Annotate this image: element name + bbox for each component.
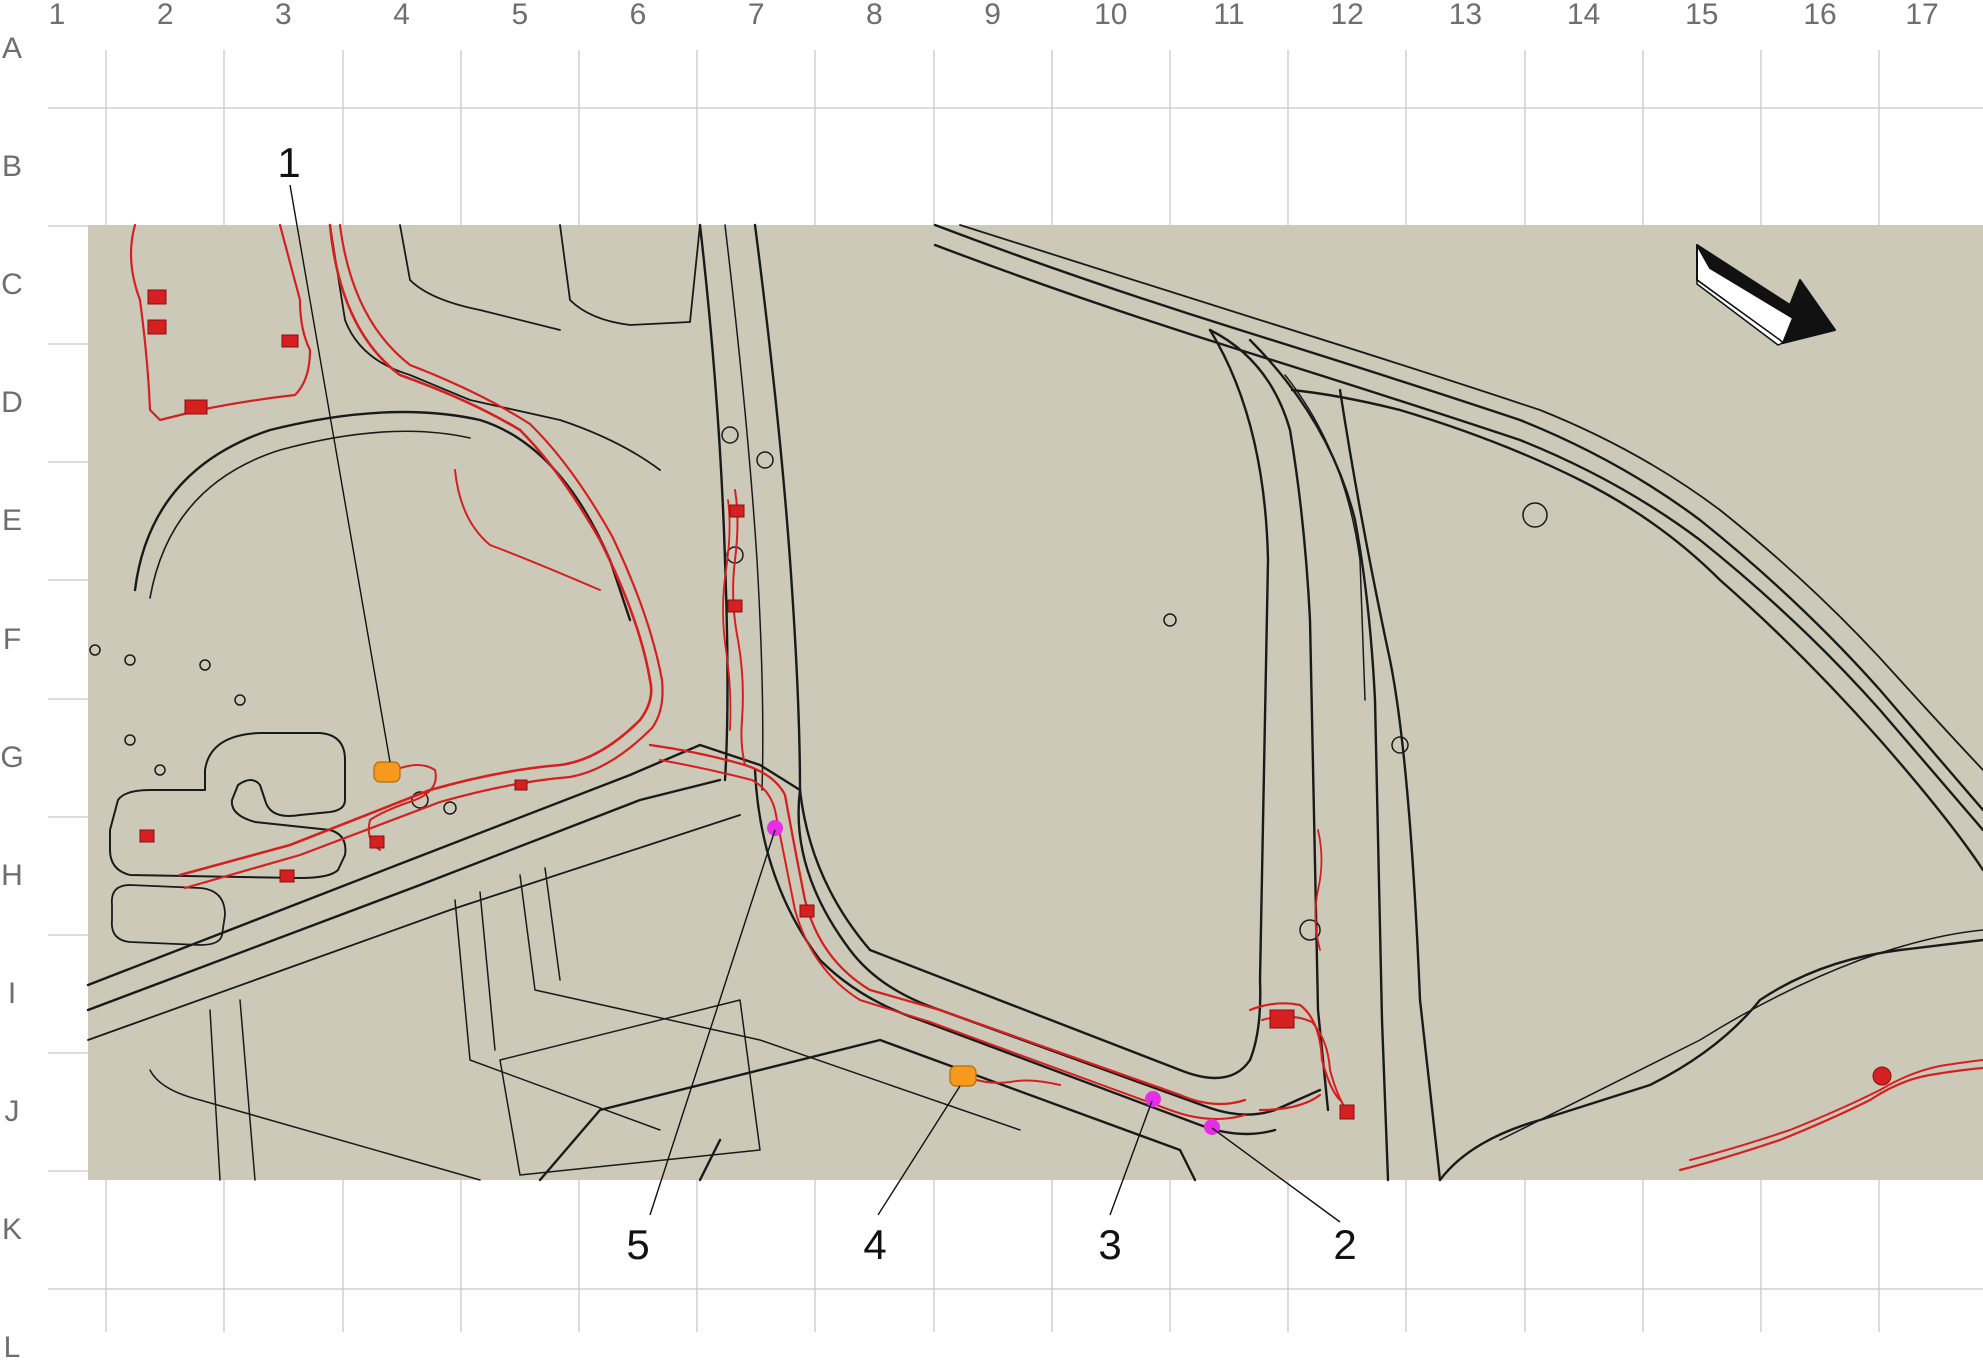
- grid-column-label: 16: [1803, 0, 1837, 31]
- callout-number-2: 2: [1333, 1221, 1357, 1268]
- grid-column-label: 15: [1685, 0, 1719, 31]
- grid-column-label: 10: [1094, 0, 1128, 31]
- callout-number-5: 5: [626, 1221, 650, 1268]
- connector-4: [949, 1065, 977, 1087]
- harness-clip: [281, 334, 299, 348]
- grid-column-label: 13: [1448, 0, 1483, 31]
- grid-column-label: 9: [984, 0, 1001, 31]
- harness-clip: [514, 779, 528, 791]
- grid-column-label: 7: [747, 0, 765, 31]
- artwork-panel: [88, 225, 1983, 1180]
- grid-column-label: 14: [1566, 0, 1601, 31]
- grid-row-label: B: [1, 150, 22, 184]
- harness-clip: [147, 319, 167, 335]
- harness-clip: [1872, 1066, 1892, 1086]
- ground-point-3: [1145, 1091, 1161, 1107]
- grid-column-label: 4: [393, 0, 410, 31]
- harness-clip: [184, 399, 208, 415]
- grid-row-label: I: [7, 976, 17, 1010]
- wiring-diagram: 1 2 3 4 5 6 7 8 9 10 11 12 13 14 15 16 17 ABCDEFGHIJKL 1…: [0, 0, 1983, 1363]
- diagram-canvas: [48, 50, 1983, 1332]
- grid-row-label: G: [0, 740, 24, 774]
- grid-column-label: 11: [1213, 0, 1245, 31]
- grid-row-label: F: [2, 622, 22, 656]
- harness-clip: [1339, 1104, 1355, 1120]
- grid-column-label: 1: [48, 0, 66, 31]
- harness-clip: [727, 599, 743, 613]
- harness-clip: [369, 835, 385, 849]
- harness-clip: [799, 904, 815, 918]
- grid-column-label: 17: [1905, 0, 1939, 31]
- harness-clip: [1269, 1009, 1295, 1029]
- grid-column-label: 5: [511, 0, 529, 31]
- callout-number-3: 3: [1098, 1221, 1122, 1268]
- grid-column-label: 12: [1330, 0, 1364, 31]
- grid-row-label: E: [1, 504, 22, 538]
- grid-row-label: J: [4, 1094, 20, 1128]
- grid-column-label: 2: [156, 0, 174, 31]
- ground-point-5: [767, 820, 783, 836]
- grid-row-label: C: [1, 268, 23, 302]
- grid-row-label: A: [1, 32, 22, 65]
- grid-column-label: 3: [275, 0, 292, 31]
- grid-row-label: L: [3, 1331, 21, 1364]
- harness-clip: [729, 504, 745, 518]
- grid-row-label: K: [1, 1213, 22, 1246]
- grid-column-label: 8: [866, 0, 883, 31]
- harness-clip: [147, 289, 167, 305]
- connector-1: [373, 761, 401, 783]
- harness-clip: [279, 869, 295, 883]
- grid-row-label: H: [1, 858, 23, 892]
- grid-column-label: 6: [629, 0, 647, 31]
- callout-number-4: 4: [863, 1221, 887, 1268]
- grid-row-label: D: [1, 386, 23, 420]
- callout-number-1: 1: [277, 139, 301, 186]
- harness-clip: [139, 829, 155, 843]
